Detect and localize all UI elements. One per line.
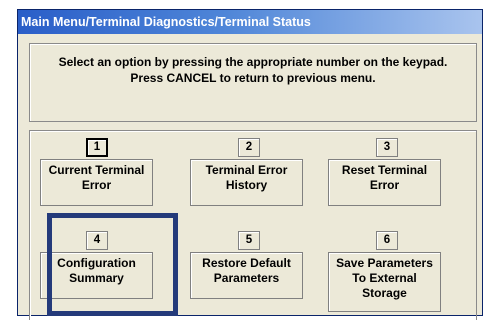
option-3-label-line-2: Error xyxy=(369,178,400,192)
option-1-current-terminal-error-button[interactable]: Current Terminal Error xyxy=(40,159,153,206)
option-2-terminal-error-history-button[interactable]: Terminal Error History xyxy=(190,159,303,206)
option-2-number-button[interactable]: 2 xyxy=(238,138,260,157)
option-4-highlight-box xyxy=(47,213,178,316)
option-6-number-button[interactable]: 6 xyxy=(376,231,398,250)
option-6-label-line-3: Storage xyxy=(362,286,407,300)
option-3-reset-terminal-error-button[interactable]: Reset Terminal Error xyxy=(328,159,441,206)
option-5-label-line-2: Parameters xyxy=(213,271,280,285)
option-6-label-line-1: Save Parameters xyxy=(336,256,433,270)
option-5-restore-default-parameters-button[interactable]: Restore Default Parameters xyxy=(190,252,303,299)
option-3-number-button[interactable]: 3 xyxy=(376,138,398,157)
option-1-label-line-1: Current Terminal xyxy=(48,163,145,177)
option-5-label-line-1: Restore Default xyxy=(202,256,291,270)
option-2-label-line-2: History xyxy=(225,178,268,192)
option-2-label-line-1: Terminal Error xyxy=(205,163,288,177)
instructions-panel: Select an option by pressing the appropr… xyxy=(29,43,477,122)
option-5-number-button[interactable]: 5 xyxy=(238,231,260,250)
option-3-label-line-1: Reset Terminal xyxy=(341,163,428,177)
option-1-label-line-2: Error xyxy=(81,178,112,192)
option-1-number-button[interactable]: 1 xyxy=(86,138,108,157)
option-6-save-parameters-button[interactable]: Save Parameters To External Storage xyxy=(328,252,441,312)
instructions-line-1: Select an option by pressing the appropr… xyxy=(58,55,448,69)
window-title: Main Menu/Terminal Diagnostics/Terminal … xyxy=(18,10,482,34)
option-6-label-line-2: To External xyxy=(352,271,417,285)
instructions-line-2: Press CANCEL to return to previous menu. xyxy=(130,71,376,85)
